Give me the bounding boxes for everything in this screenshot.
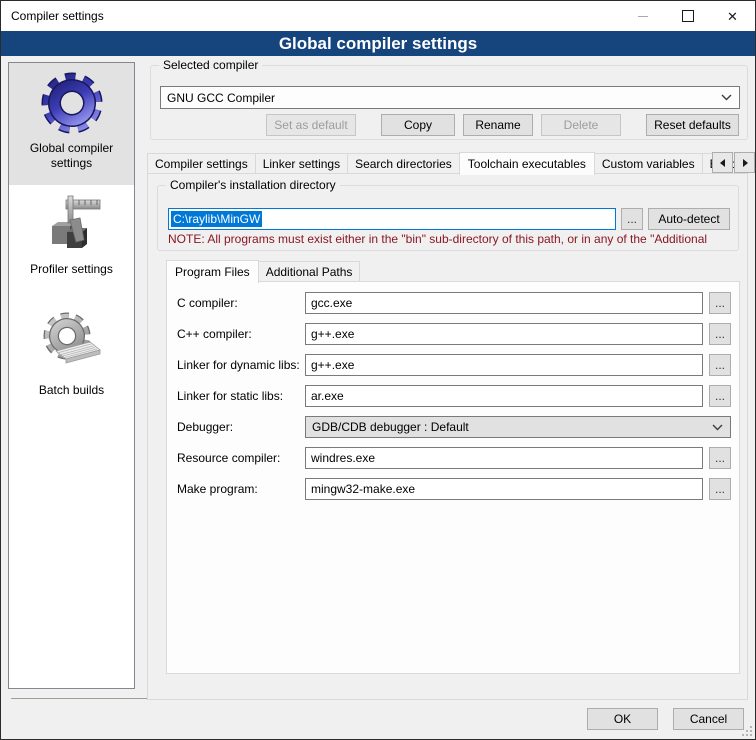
close-icon: ✕	[727, 10, 738, 23]
resize-grip[interactable]	[740, 724, 753, 737]
blue-gear-icon	[40, 71, 104, 135]
debugger-value: GDB/CDB debugger : Default	[312, 420, 469, 434]
tab-linker-settings[interactable]: Linker settings	[255, 153, 348, 174]
chevron-down-icon	[712, 424, 723, 431]
page-title: Global compiler settings	[1, 31, 755, 56]
debugger-label: Debugger:	[177, 416, 233, 438]
tab-search-directories[interactable]: Search directories	[347, 153, 460, 174]
arrow-left-icon	[719, 159, 727, 167]
linker-static-input[interactable]	[305, 385, 703, 407]
installation-directory-group-label: Compiler's installation directory	[166, 178, 340, 193]
installation-directory-value: C:\raylib\MinGW	[171, 211, 262, 227]
make-program-label: Make program:	[177, 478, 258, 500]
resource-compiler-browse-button[interactable]: ...	[709, 447, 731, 469]
compiler-tabs: Compiler settings Linker settings Search…	[147, 151, 735, 174]
linker-dynamic-browse-button[interactable]: ...	[709, 354, 731, 376]
c-compiler-label: C compiler:	[177, 292, 238, 314]
sidebar-item-label: Batch builds	[16, 383, 128, 398]
selected-compiler-value: GNU GCC Compiler	[167, 91, 275, 105]
sidebar: Global compiler settings Prof	[8, 62, 135, 689]
caliper-icon	[40, 192, 104, 256]
paths-subtabs: Program Files Additional Paths	[166, 259, 359, 282]
cpp-compiler-label: C++ compiler:	[177, 323, 252, 345]
selected-compiler-dropdown[interactable]: GNU GCC Compiler	[160, 86, 740, 109]
compiler-settings-dialog: Compiler settings ✕ Global compiler sett…	[0, 0, 756, 740]
copy-button[interactable]: Copy	[381, 114, 455, 136]
reset-defaults-button[interactable]: Reset defaults	[646, 114, 739, 136]
tab-scroll-left-button[interactable]	[712, 152, 733, 173]
toolchain-executables-panel: Compiler's installation directory C:\ray…	[147, 173, 748, 700]
close-button[interactable]: ✕	[710, 1, 755, 31]
tab-scroll-right-button[interactable]	[734, 152, 755, 173]
sidebar-item-label: Global compiler settings	[16, 141, 128, 171]
linker-dynamic-label: Linker for dynamic libs:	[177, 354, 300, 376]
installation-directory-group: Compiler's installation directory C:\ray…	[157, 185, 739, 251]
c-compiler-browse-button[interactable]: ...	[709, 292, 731, 314]
auto-detect-button[interactable]: Auto-detect	[648, 208, 730, 230]
tab-custom-variables[interactable]: Custom variables	[594, 153, 703, 174]
tab-toolchain-executables[interactable]: Toolchain executables	[459, 152, 595, 175]
sidebar-item-label: Profiler settings	[16, 262, 128, 277]
delete-button[interactable]: Delete	[541, 114, 621, 136]
window-title: Compiler settings	[11, 9, 104, 23]
tab-compiler-settings[interactable]: Compiler settings	[147, 153, 256, 174]
installation-directory-input[interactable]: C:\raylib\MinGW	[168, 208, 616, 230]
maximize-icon	[682, 10, 694, 22]
c-compiler-input[interactable]	[305, 292, 703, 314]
make-program-browse-button[interactable]: ...	[709, 478, 731, 500]
cpp-compiler-browse-button[interactable]: ...	[709, 323, 731, 345]
batch-gear-icon	[40, 311, 104, 375]
caption-buttons: ✕	[620, 1, 755, 31]
resource-compiler-label: Resource compiler:	[177, 447, 280, 469]
make-program-input[interactable]	[305, 478, 703, 500]
minimize-icon	[638, 16, 648, 17]
rename-button[interactable]: Rename	[463, 114, 533, 136]
program-files-panel: C compiler: ... C++ compiler: ... Linker…	[166, 281, 740, 674]
sidebar-item-profiler-settings[interactable]: Profiler settings	[9, 185, 134, 297]
set-as-default-button[interactable]: Set as default	[266, 114, 356, 136]
cpp-compiler-input[interactable]	[305, 323, 703, 345]
titlebar[interactable]: Compiler settings ✕	[1, 1, 755, 31]
cancel-button[interactable]: Cancel	[673, 708, 744, 730]
ok-button[interactable]: OK	[587, 708, 658, 730]
resource-compiler-input[interactable]	[305, 447, 703, 469]
bin-subdirectory-note: NOTE: All programs must exist either in …	[168, 232, 730, 246]
maximize-button[interactable]	[665, 1, 710, 31]
tab-additional-paths[interactable]: Additional Paths	[258, 261, 361, 282]
tab-program-files[interactable]: Program Files	[166, 260, 259, 283]
selected-compiler-group-label: Selected compiler	[159, 58, 262, 73]
debugger-dropdown[interactable]: GDB/CDB debugger : Default	[305, 416, 731, 438]
arrow-right-icon	[741, 159, 749, 167]
linker-static-label: Linker for static libs:	[177, 385, 283, 407]
installation-directory-browse-button[interactable]: ...	[621, 208, 643, 230]
selected-compiler-group: Selected compiler GNU GCC Compiler Set a…	[150, 65, 748, 140]
linker-dynamic-input[interactable]	[305, 354, 703, 376]
sidebar-item-batch-builds[interactable]: Batch builds	[9, 297, 134, 423]
minimize-button[interactable]	[620, 1, 665, 31]
sidebar-item-global-compiler-settings[interactable]: Global compiler settings	[9, 63, 134, 185]
chevron-down-icon	[721, 94, 732, 101]
linker-static-browse-button[interactable]: ...	[709, 385, 731, 407]
